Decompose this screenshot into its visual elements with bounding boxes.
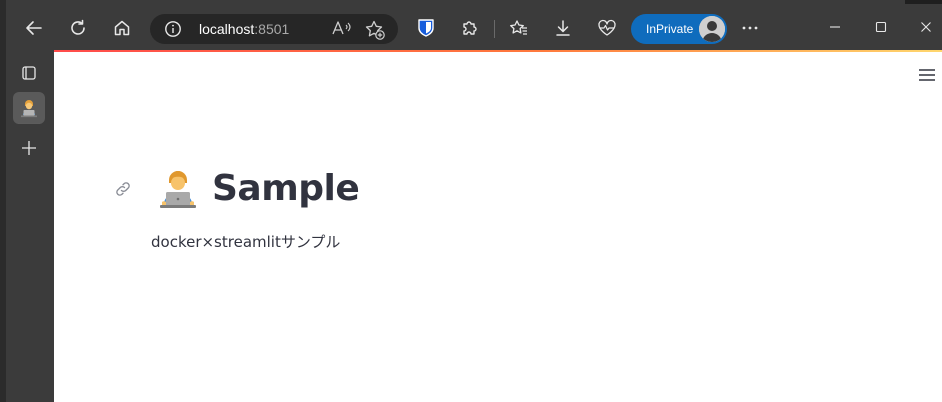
profile-avatar-icon <box>699 16 725 42</box>
minimize-icon <box>830 26 840 28</box>
browser-essentials-button[interactable] <box>591 12 623 44</box>
minimize-button[interactable] <box>815 12 855 42</box>
tab-sample[interactable] <box>13 92 45 124</box>
more-dots-icon <box>742 26 758 30</box>
app-content: Sample docker×streamlitサンプル <box>54 52 942 402</box>
heartbeat-icon <box>598 19 616 36</box>
tab-actions-button[interactable] <box>13 57 45 89</box>
vertical-tabs-sidebar <box>0 52 54 402</box>
window-edge <box>0 0 6 402</box>
refresh-icon <box>71 19 85 35</box>
back-button[interactable] <box>18 12 50 44</box>
browser-toolbar: localhost:8501 InPrivate <box>0 0 942 52</box>
technologist-emoji-icon <box>160 171 196 208</box>
url-host: localhost <box>199 21 255 37</box>
close-icon <box>921 22 931 32</box>
page-title: Sample <box>212 168 360 209</box>
favorites-button[interactable] <box>503 12 535 44</box>
anchor-link-icon[interactable] <box>114 180 132 198</box>
home-icon <box>114 20 130 36</box>
sidebar-divider <box>18 123 40 124</box>
read-aloud-icon[interactable] <box>330 19 352 39</box>
refresh-button[interactable] <box>62 12 94 44</box>
address-bar[interactable]: localhost:8501 <box>150 14 398 44</box>
window-top-strip <box>905 0 942 4</box>
avatar <box>699 16 725 42</box>
url-text[interactable]: localhost:8501 <box>199 21 289 37</box>
inprivate-button[interactable]: InPrivate <box>631 14 727 44</box>
maximize-button[interactable] <box>861 12 901 42</box>
inprivate-label: InPrivate <box>646 22 694 36</box>
plus-icon <box>22 141 36 155</box>
back-arrow-icon <box>26 21 42 35</box>
bitwarden-extension-button[interactable] <box>410 12 442 44</box>
technologist-emoji-icon <box>21 100 37 118</box>
close-button[interactable] <box>906 12 942 42</box>
puzzle-piece-icon <box>463 21 477 35</box>
downloads-button[interactable] <box>547 12 579 44</box>
info-icon[interactable] <box>164 20 182 38</box>
more-button[interactable] <box>734 12 766 44</box>
maximize-icon <box>875 21 887 33</box>
url-port: :8501 <box>254 21 290 37</box>
new-tab-button[interactable] <box>13 132 45 164</box>
favorites-star-icon <box>510 20 527 35</box>
page-caption: docker×streamlitサンプル <box>151 233 341 251</box>
tab-actions-icon <box>22 66 36 80</box>
home-button[interactable] <box>106 12 138 44</box>
download-icon <box>556 20 570 36</box>
main-menu-icon[interactable] <box>918 68 936 82</box>
add-favorite-icon[interactable] <box>364 19 386 41</box>
bitwarden-shield-icon <box>418 19 434 37</box>
toolbar-divider <box>494 20 495 38</box>
extensions-button[interactable] <box>454 12 486 44</box>
